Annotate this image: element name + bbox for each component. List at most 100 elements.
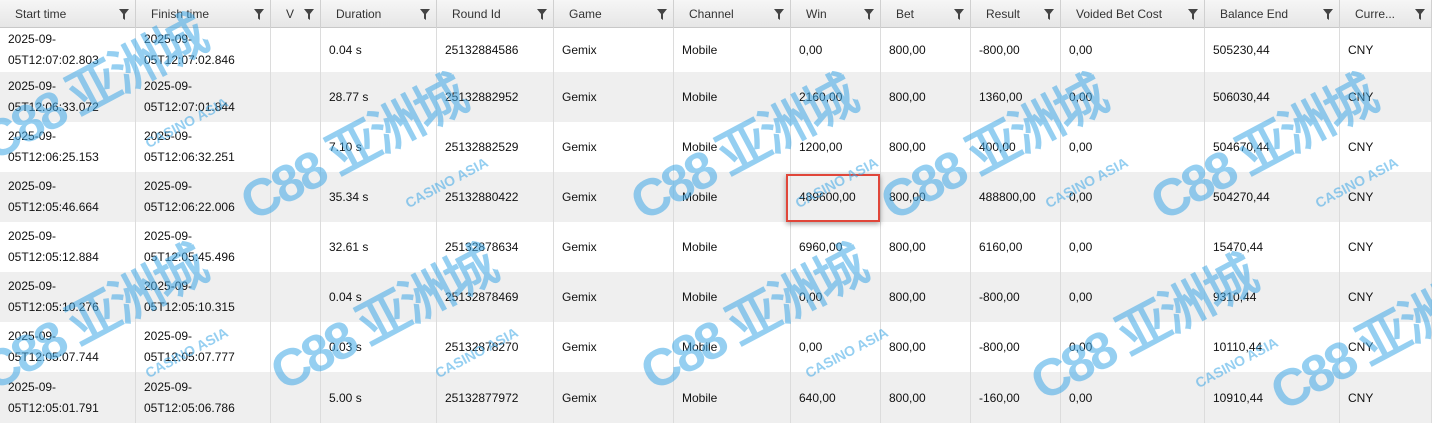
cell-currency: CNY (1340, 222, 1432, 272)
cell-line: 05T12:05:10.276 (8, 300, 99, 314)
filter-icon[interactable] (1323, 9, 1333, 20)
cell-duration: 0.04 s (321, 272, 437, 322)
filter-icon[interactable] (304, 9, 314, 20)
column-header-channel[interactable]: Channel (674, 0, 791, 28)
cell-start: 2025-09- 05T12:05:01.791 (0, 372, 136, 423)
cell-round: 25132882529 (437, 122, 554, 172)
cell-currency: CNY (1340, 322, 1432, 372)
cell-win: 2160,00 (791, 72, 881, 122)
column-header-label: Bet (896, 7, 915, 21)
cell-balance: 15470,44 (1205, 222, 1340, 272)
table-row[interactable]: 2025-09- 05T12:06:33.072 2025-09- 05T12:07:… (0, 72, 1432, 122)
cell-win: 1200,00 (791, 122, 881, 172)
cell-line: 2025-09- (144, 129, 193, 143)
cell-bet: 800,00 (881, 72, 971, 122)
column-header-label: Start time (15, 7, 67, 21)
filter-icon[interactable] (1044, 9, 1054, 20)
cell-start: 2025-09- 05T12:05:12.884 (0, 222, 136, 272)
filter-icon[interactable] (420, 9, 430, 20)
column-header-currency[interactable]: Curre... (1340, 0, 1432, 28)
cell-line: 2025-09- (144, 379, 193, 394)
column-header-round[interactable]: Round Id (437, 0, 554, 28)
cell-start: 2025-09- 05T12:05:10.276 (0, 272, 136, 322)
table-row[interactable]: 2025-09- 05T12:05:07.744 2025-09- 05T12:05:… (0, 322, 1432, 372)
cell-balance: 505230,44 (1205, 28, 1340, 72)
table-row[interactable]: 2025-09- 05T12:05:01.791 2025-09- 05T12:05:… (0, 372, 1432, 423)
cell-finish: 2025-09- 05T12:07:02.846 (136, 28, 271, 72)
cell-bet: 800,00 (881, 122, 971, 172)
cell-round: 25132882952 (437, 72, 554, 122)
cell-result: 6160,00 (971, 222, 1061, 272)
cell-round: 25132878270 (437, 322, 554, 372)
cell-line: 05T12:06:33.072 (8, 100, 99, 114)
cell-result: 488800,00 (971, 172, 1061, 222)
cell-round: 25132878469 (437, 272, 554, 322)
cell-channel: Mobile (674, 372, 791, 423)
cell-channel: Mobile (674, 28, 791, 72)
table-row[interactable]: 2025-09- 05T12:05:12.884 2025-09- 05T12:05:… (0, 222, 1432, 272)
cell-voided: 0,00 (1061, 28, 1205, 72)
column-header-bet[interactable]: Bet (881, 0, 971, 28)
cell-win: 489600,00 (791, 172, 881, 222)
column-header-label: Channel (689, 7, 734, 21)
column-header-game[interactable]: Game (554, 0, 674, 28)
cell-round: 25132884586 (437, 28, 554, 72)
cell-balance: 9310,44 (1205, 272, 1340, 322)
cell-win: 0,00 (791, 322, 881, 372)
cell-finish: 2025-09- 05T12:05:45.496 (136, 222, 271, 272)
cell-win: 6960,00 (791, 222, 881, 272)
cell-v (271, 372, 321, 423)
cell-win: 0,00 (791, 28, 881, 72)
cell-bet: 800,00 (881, 172, 971, 222)
cell-line: 05T12:06:22.006 (144, 200, 235, 214)
column-header-label: Finish time (151, 7, 210, 21)
cell-finish: 2025-09- 05T12:05:06.786 (136, 372, 271, 423)
cell-finish: 2025-09- 05T12:06:32.251 (136, 122, 271, 172)
filter-icon[interactable] (1415, 9, 1425, 20)
cell-round: 25132878634 (437, 222, 554, 272)
cell-line: 2025-09- (144, 329, 193, 343)
table-row[interactable]: 2025-09- 05T12:07:02.803 2025-09- 05T12:07:… (0, 28, 1432, 72)
cell-game: Gemix (554, 322, 674, 372)
column-header-duration[interactable]: Duration (321, 0, 437, 28)
filter-icon[interactable] (119, 9, 129, 20)
cell-line: 05T12:06:32.251 (144, 150, 235, 164)
cell-line: 2025-09- (8, 329, 57, 343)
cell-line: 05T12:05:07.744 (8, 350, 99, 364)
filter-icon[interactable] (954, 9, 964, 20)
column-header-balance[interactable]: Balance End (1205, 0, 1340, 28)
filter-icon[interactable] (537, 9, 547, 20)
column-header-finish[interactable]: Finish time (136, 0, 271, 28)
filter-icon[interactable] (864, 9, 874, 20)
cell-line: 05T12:05:01.791 (8, 400, 99, 415)
cell-finish: 2025-09- 05T12:05:10.315 (136, 272, 271, 322)
column-header-voided[interactable]: Voided Bet Cost (1061, 0, 1205, 28)
cell-line: 05T12:07:02.803 (8, 53, 99, 67)
cell-voided: 0,00 (1061, 122, 1205, 172)
column-header-start[interactable]: Start time (0, 0, 136, 28)
cell-round: 25132877972 (437, 372, 554, 423)
cell-duration: 28.77 s (321, 72, 437, 122)
cell-game: Gemix (554, 372, 674, 423)
cell-line: 2025-09- (144, 229, 193, 243)
filter-icon[interactable] (254, 9, 264, 20)
cell-line: 05T12:05:46.664 (8, 200, 99, 214)
column-header-win[interactable]: Win (791, 0, 881, 28)
column-header-v[interactable]: V (271, 0, 321, 28)
cell-balance: 504270,44 (1205, 172, 1340, 222)
cell-line: 05T12:05:10.315 (144, 300, 235, 314)
cell-line: 05T12:05:45.496 (144, 250, 235, 264)
column-header-result[interactable]: Result (971, 0, 1061, 28)
table-row[interactable]: 2025-09- 05T12:05:10.276 2025-09- 05T12:05:… (0, 272, 1432, 322)
filter-icon[interactable] (774, 9, 784, 20)
cell-voided: 0,00 (1061, 372, 1205, 423)
filter-icon[interactable] (1188, 9, 1198, 20)
table-row[interactable]: 2025-09- 05T12:06:25.153 2025-09- 05T12:06:… (0, 122, 1432, 172)
table-row[interactable]: 2025-09- 05T12:05:46.664 2025-09- 05T12:06:… (0, 172, 1432, 222)
filter-icon[interactable] (657, 9, 667, 20)
cell-game: Gemix (554, 172, 674, 222)
column-header-label: Balance End (1220, 7, 1289, 21)
cell-line: 2025-09- (144, 279, 193, 293)
cell-line: 2025-09- (144, 79, 193, 93)
cell-result: 1360,00 (971, 72, 1061, 122)
